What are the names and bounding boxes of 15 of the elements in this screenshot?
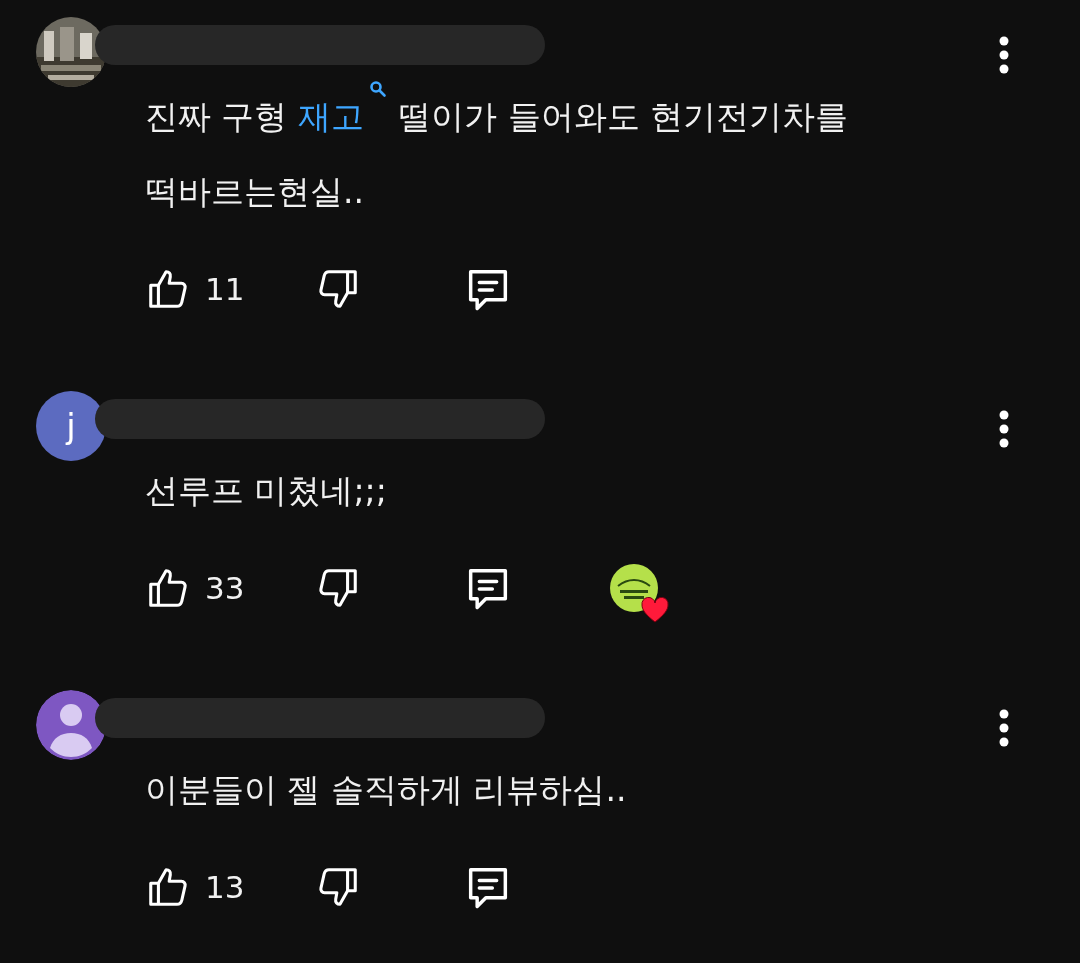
comment-text: 떡바르는현실.. bbox=[145, 171, 364, 213]
more-options-icon[interactable] bbox=[998, 35, 1010, 75]
comment-text: 떨이가 들어와도 현기전기차를 bbox=[397, 96, 849, 138]
user-avatar[interactable]: j bbox=[36, 391, 106, 461]
like-count: 11 bbox=[205, 271, 245, 307]
comment-text: 진짜 구형 bbox=[145, 96, 289, 138]
more-options-icon[interactable] bbox=[998, 409, 1010, 449]
comment-text: 선루프 미쳤네;;; bbox=[145, 470, 387, 512]
search-icon[interactable] bbox=[368, 79, 388, 99]
comment-text: 이분들이 젤 솔직하게 리뷰하심.. bbox=[145, 769, 627, 811]
like-count: 33 bbox=[205, 570, 245, 606]
like-count: 13 bbox=[205, 869, 245, 905]
more-options-icon[interactable] bbox=[998, 708, 1010, 748]
search-link[interactable]: 재고 bbox=[298, 79, 388, 154]
default-avatar-icon[interactable] bbox=[36, 690, 106, 760]
